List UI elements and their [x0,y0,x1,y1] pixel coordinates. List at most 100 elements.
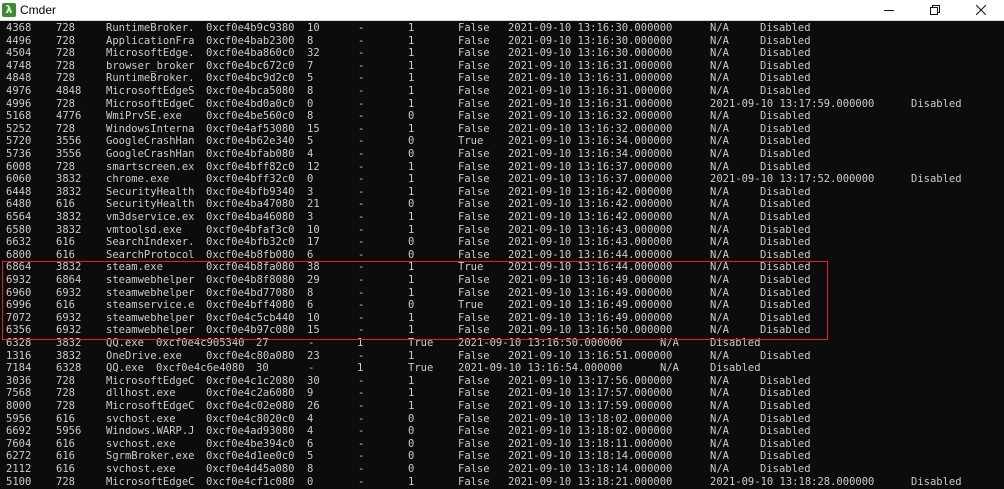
cell-exit-time: N/A [710,135,729,148]
cell-handles: - [358,412,365,425]
cell-image-name: WmiPrvSE.exe [106,110,182,123]
cell-file-output: Disabled [760,349,811,362]
cell-session: 0 [408,248,415,261]
cell-handles: - [358,148,365,160]
cell-threads: 5 [307,450,314,463]
cell-file-output: Disabled [710,362,761,375]
cell-exit-time: N/A [710,412,729,425]
cell-handles: - [358,47,365,60]
cell-wow64: False [458,211,490,223]
cell-file-output: Disabled [911,475,962,488]
cell-exit-time: 2021-09-10 13:17:52.000000 [710,173,875,186]
cell-threads: 17 [307,236,320,249]
cell-ppid: 3556 [56,148,82,160]
cell-handles: - [358,400,365,412]
cell-threads: 30 [256,362,269,375]
close-button[interactable] [958,0,1004,20]
cell-threads: 12 [307,160,320,173]
cell-create-time: 2021-09-10 13:18:02.000000 [508,412,673,425]
cell-image-name: SearchIndexer. [106,236,195,249]
cell-threads: 3 [307,185,314,198]
cell-threads: 10 [307,22,320,34]
cell-wow64: False [458,160,490,173]
cell-offset: 0xcf0e4ba46080 [206,211,295,223]
cell-file-output: Disabled [760,412,811,425]
cell-file-output: Disabled [911,173,962,186]
cell-handles: - [358,463,365,475]
cell-handles: - [358,135,365,148]
cell-ppid: 3832 [56,223,82,236]
cell-ppid: 3832 [56,173,82,186]
cell-threads: 5 [307,135,314,148]
cell-ppid: 616 [56,236,75,249]
cell-wow64: False [458,22,490,34]
cell-session: 1 [408,400,415,412]
cell-threads: 26 [307,400,320,412]
cell-session: 1 [408,223,415,236]
cell-session: 1 [408,374,415,387]
cell-offset: 0xcf0e4bff82c0 [206,160,295,173]
cell-session: 0 [408,450,415,463]
cell-threads: 15 [307,122,320,135]
cell-ppid: 728 [56,387,75,400]
cell-wow64: False [458,349,490,362]
cell-handles: - [358,374,365,387]
cell-pid: 4496 [6,34,32,47]
cell-threads: 30 [307,374,320,387]
cell-exit-time: N/A [710,387,729,400]
cell-pid: 6448 [6,185,32,198]
cell-offset: 0xcf0e4bfb32c0 [206,236,295,249]
cell-file-output: Disabled [760,185,811,198]
cell-ppid: 728 [56,72,75,85]
cell-create-time: 2021-09-10 13:16:30.000000 [508,22,673,34]
cell-threads: 21 [307,198,320,211]
cell-threads: 6 [307,248,314,261]
cell-file-output: Disabled [760,122,811,135]
cell-file-output: Disabled [760,425,811,438]
cell-threads: 0 [307,173,314,186]
minimize-button[interactable] [866,0,912,20]
cell-wow64: True [408,362,434,375]
cell-create-time: 2021-09-10 13:16:42.000000 [508,211,673,223]
cell-offset: 0xcf0e4c2a6080 [206,387,295,400]
cell-session: 1 [408,97,415,110]
cell-pid: 4976 [6,85,32,97]
cell-create-time: 2021-09-10 13:16:37.000000 [508,173,673,186]
cell-offset: 0xcf0e4bd0a0c0 [206,97,295,110]
cell-offset: 0xcf0e4bfaf3c0 [206,223,295,236]
cell-offset: 0xcf0e4be560c0 [206,110,295,123]
cell-wow64: False [458,173,490,186]
cell-offset: 0xcf0e4bfb9340 [206,185,295,198]
cell-image-name: ApplicationFra [106,34,195,47]
cell-exit-time: 2021-09-10 13:18:28.000000 [710,475,875,488]
cell-file-output: Disabled [760,34,811,47]
cell-file-output: Disabled [760,47,811,60]
cell-ppid: 4848 [56,85,82,97]
cell-wow64: False [458,72,490,85]
cell-image-name: smartscreen.ex [106,160,195,173]
cell-ppid: 616 [56,437,75,450]
cell-offset: 0xcf0e4d1ee0c0 [206,450,295,463]
cell-image-name: svchost.exe [106,412,176,425]
cell-file-output: Disabled [760,72,811,85]
cell-pid: 6692 [6,425,32,438]
cell-wow64: False [458,475,490,488]
cell-exit-time: N/A [710,47,729,60]
restore-button[interactable] [912,0,958,20]
cell-exit-time: N/A [710,211,729,223]
cell-file-output: Disabled [760,400,811,412]
cell-wow64: False [458,450,490,463]
cell-threads: 9 [307,387,314,400]
cell-ppid: 728 [56,47,75,60]
terminal-output[interactable]: 4368 728 RuntimeBroker. 0xcf0e4b9c9380 10-1 F… [0,21,1004,489]
cell-pid: 4848 [6,72,32,85]
cell-session: 1 [408,85,415,97]
cell-threads: 32 [307,47,320,60]
cell-session: 1 [408,185,415,198]
cell-threads: 0 [307,97,314,110]
cell-offset: 0xcf0e4bc672c0 [206,59,295,72]
cell-image-name: WindowsInterna [106,122,195,135]
cell-offset: 0xcf0e4bca5080 [206,85,295,97]
cell-create-time: 2021-09-10 13:18:11.000000 [508,437,673,450]
cell-pid: 4368 [6,22,32,34]
